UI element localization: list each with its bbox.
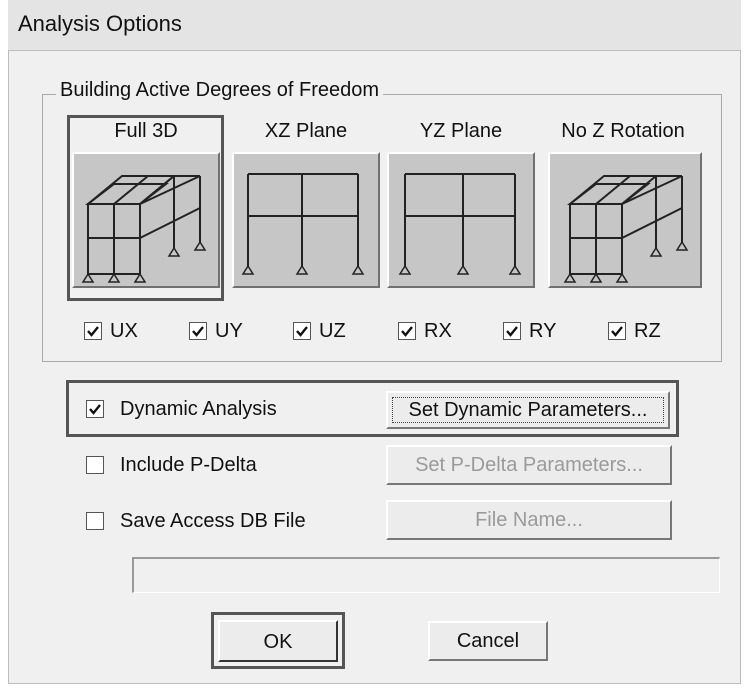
view-label-xz-plane: XZ Plane xyxy=(264,120,348,142)
title-bar: Analysis Options xyxy=(8,0,741,51)
xz-plane-button[interactable] xyxy=(232,152,380,288)
checkmark-icon xyxy=(192,326,204,337)
ok-button[interactable]: OK xyxy=(218,620,338,662)
dof-group-label: Building Active Degrees of Freedom xyxy=(56,79,384,102)
selected-view-highlight xyxy=(67,115,224,301)
window-title: Analysis Options xyxy=(18,11,182,36)
uy-checkbox[interactable] xyxy=(189,322,207,340)
include-p-delta-checkbox[interactable] xyxy=(86,456,104,474)
frame-2d-icon xyxy=(241,173,365,275)
checkmark-icon xyxy=(89,404,101,415)
file-name-field xyxy=(132,557,720,593)
ux-label: UX xyxy=(110,320,138,342)
rx-checkbox[interactable] xyxy=(398,322,416,340)
ry-checkbox[interactable] xyxy=(503,322,521,340)
view-label-yz-plane: YZ Plane xyxy=(419,120,503,142)
yz-plane-button[interactable] xyxy=(387,152,535,288)
dynamic-analysis-label: Dynamic Analysis xyxy=(120,398,277,420)
frame-2d-icon xyxy=(398,173,522,275)
rx-label: RX xyxy=(424,320,452,342)
cancel-label: Cancel xyxy=(456,630,520,652)
ok-label: OK xyxy=(263,631,293,653)
rz-checkbox[interactable] xyxy=(608,322,626,340)
file-name-button[interactable]: File Name... xyxy=(386,500,672,540)
ry-label: RY xyxy=(529,320,557,342)
uz-label: UZ xyxy=(319,320,346,342)
set-p-delta-parameters-label: Set P-Delta Parameters... xyxy=(415,454,643,476)
file-name-label: File Name... xyxy=(475,509,583,531)
ux-checkbox[interactable] xyxy=(84,322,102,340)
no-z-rotation-button[interactable] xyxy=(548,152,702,288)
focus-rect xyxy=(392,397,664,423)
uy-label: UY xyxy=(215,320,243,342)
rz-label: RZ xyxy=(634,320,661,342)
checkmark-icon xyxy=(611,326,623,337)
uz-checkbox[interactable] xyxy=(293,322,311,340)
frame-3d-icon xyxy=(563,175,689,283)
checkmark-icon xyxy=(401,326,413,337)
save-access-db-label: Save Access DB File xyxy=(120,510,306,532)
checkmark-icon xyxy=(296,326,308,337)
view-label-no-z-rotation: No Z Rotation xyxy=(561,120,685,142)
dynamic-analysis-checkbox[interactable] xyxy=(86,400,104,418)
save-access-db-checkbox[interactable] xyxy=(86,512,104,530)
set-p-delta-parameters-button[interactable]: Set P-Delta Parameters... xyxy=(386,445,672,485)
set-dynamic-parameters-button[interactable]: Set Dynamic Parameters... xyxy=(386,391,670,429)
cancel-button[interactable]: Cancel xyxy=(428,621,548,661)
include-p-delta-label: Include P-Delta xyxy=(120,454,257,476)
checkmark-icon xyxy=(506,326,518,337)
checkmark-icon xyxy=(87,326,99,337)
